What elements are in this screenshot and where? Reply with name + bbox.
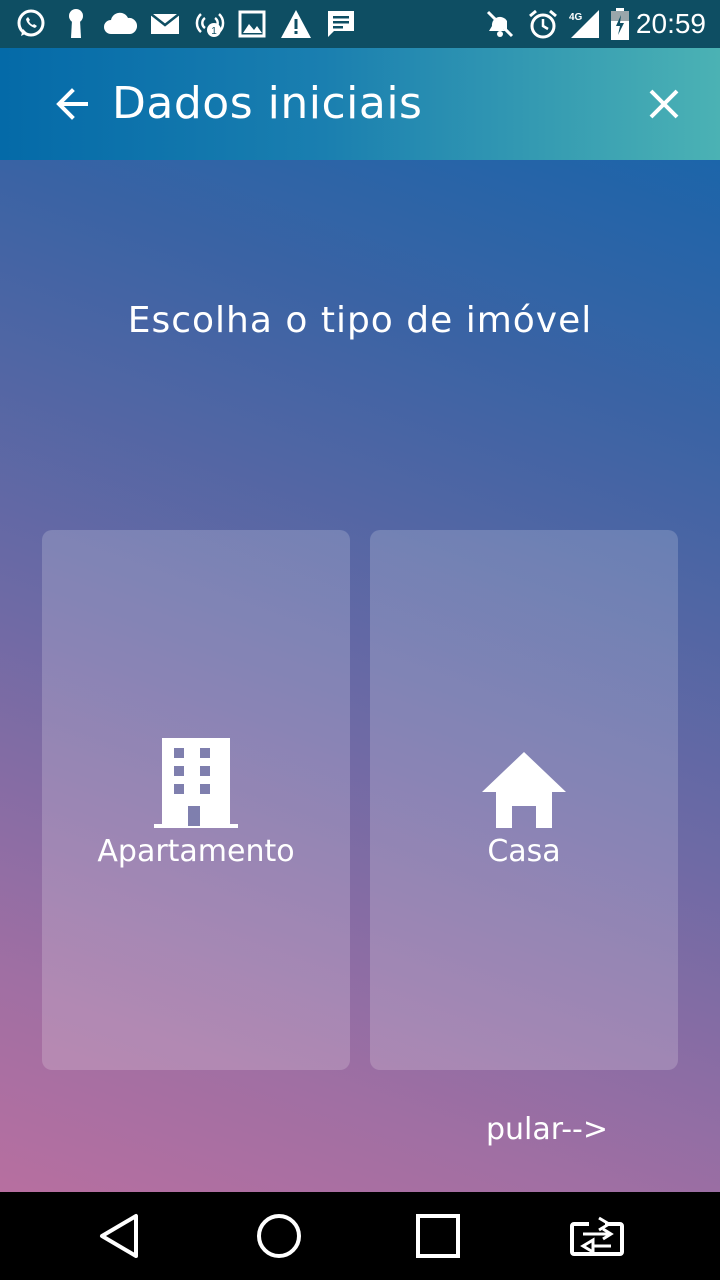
- mute-icon: [484, 8, 516, 40]
- keyhole-icon: [62, 8, 90, 40]
- nav-home-button[interactable]: [239, 1206, 319, 1266]
- page-title: Dados iniciais: [112, 78, 423, 129]
- status-time: 20:59: [635, 8, 706, 39]
- status-bar: 1 4G 20:59: [0, 0, 720, 48]
- house-icon: [370, 750, 678, 830]
- image-icon: [236, 8, 268, 40]
- switch-app-icon: [570, 1216, 624, 1256]
- nav-recents-button[interactable]: [398, 1206, 478, 1266]
- close-icon: [649, 89, 679, 119]
- option-apartamento-card[interactable]: Apartamento: [42, 530, 350, 1070]
- option-casa-card[interactable]: Casa: [370, 530, 678, 1070]
- building-icon: [42, 738, 350, 830]
- back-button[interactable]: [44, 76, 100, 132]
- svg-text:1: 1: [211, 26, 217, 37]
- option-apartamento-label: Apartamento: [97, 834, 295, 869]
- signal-icon: 4G: [566, 8, 602, 40]
- app-bar: Dados iniciais: [0, 48, 720, 160]
- navigation-bar: [0, 1192, 720, 1280]
- nav-back-button[interactable]: [80, 1206, 160, 1266]
- recents-square-icon: [416, 1214, 460, 1258]
- prompt-heading: Escolha o tipo de imóvel: [127, 300, 593, 341]
- back-triangle-icon: [100, 1214, 138, 1258]
- cloud-icon: [102, 8, 138, 40]
- warning-icon: [278, 8, 314, 40]
- skip-link[interactable]: pular-->: [486, 1112, 608, 1147]
- home-circle-icon: [257, 1214, 301, 1258]
- hotspot-icon: 1: [192, 8, 228, 40]
- nav-switch-button[interactable]: [557, 1206, 637, 1266]
- option-casa-label: Casa: [487, 834, 561, 869]
- mail-icon: [148, 8, 182, 40]
- arrow-left-icon: [56, 88, 88, 120]
- battery-icon: [608, 8, 632, 40]
- alarm-icon: [526, 8, 560, 40]
- screen: 1 4G 20:59 Dados iniciais Escolha o tipo…: [0, 0, 720, 1192]
- whatsapp-icon: [12, 8, 50, 40]
- close-button[interactable]: [628, 76, 700, 132]
- message-icon: [324, 8, 358, 40]
- svg-text:4G: 4G: [569, 12, 583, 23]
